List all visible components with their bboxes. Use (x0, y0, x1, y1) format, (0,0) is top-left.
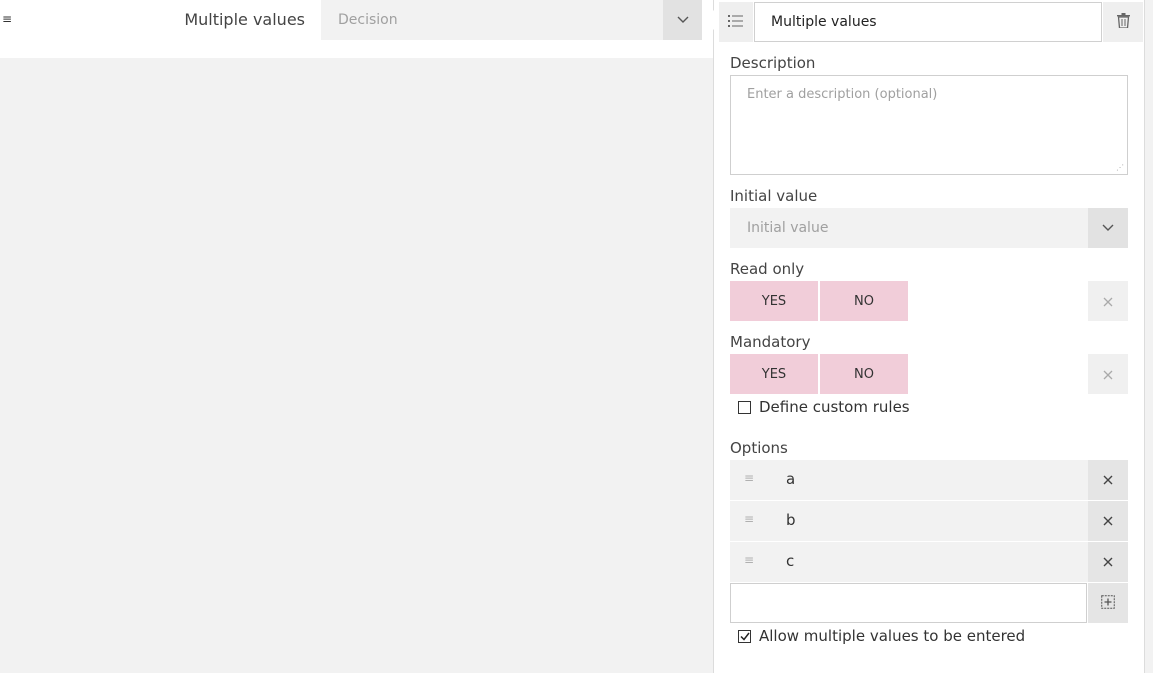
chevron-down-icon[interactable] (1088, 208, 1128, 248)
custom-rules-label: Define custom rules (759, 398, 910, 416)
drag-handle-icon[interactable]: ≡ (744, 553, 756, 567)
custom-rules-checkbox-row[interactable]: Define custom rules (738, 398, 910, 416)
options-label: Options (730, 439, 788, 457)
remove-option-button[interactable] (1088, 460, 1128, 500)
decision-select-placeholder: Decision (338, 12, 398, 28)
add-option-button[interactable] (1088, 583, 1128, 623)
close-icon (1103, 292, 1113, 311)
chevron-down-icon[interactable] (663, 0, 702, 40)
allow-multiple-label: Allow multiple values to be entered (759, 627, 1026, 645)
option-row: ≡ b (730, 501, 1128, 541)
menu-icon[interactable]: ≡ (2, 10, 12, 28)
decision-select[interactable]: Decision (321, 0, 702, 40)
close-icon (1103, 475, 1113, 485)
list-icon (728, 13, 744, 32)
read-only-label: Read only (730, 260, 805, 278)
field-label: Multiple values (184, 10, 305, 29)
close-icon (1103, 557, 1113, 567)
read-only-no-button[interactable]: NO (820, 281, 908, 321)
remove-option-button[interactable] (1088, 542, 1128, 582)
option-value[interactable]: c (786, 552, 794, 570)
option-row: ≡ a (730, 460, 1128, 500)
remove-option-button[interactable] (1088, 501, 1128, 541)
mandatory-no-button[interactable]: NO (820, 354, 908, 394)
initial-value-select[interactable]: Initial value (730, 208, 1128, 248)
mandatory-yes-button[interactable]: YES (730, 354, 818, 394)
drag-handle-icon[interactable]: ≡ (744, 471, 756, 485)
custom-rules-checkbox[interactable] (738, 400, 751, 414)
drag-handle-icon[interactable]: ≡ (744, 512, 756, 526)
checkmark-icon (739, 632, 750, 641)
read-only-yes-button[interactable]: YES (730, 281, 818, 321)
mandatory-label: Mandatory (730, 333, 811, 351)
read-only-clear-button[interactable] (1088, 281, 1128, 321)
close-icon (1103, 516, 1113, 526)
resize-grip-icon[interactable]: ⋰ (1116, 163, 1126, 173)
initial-value-placeholder: Initial value (747, 220, 829, 236)
panel-pointer (704, 10, 714, 30)
allow-multiple-checkbox[interactable] (738, 629, 751, 643)
option-value[interactable]: b (786, 511, 796, 529)
add-box-icon (1101, 594, 1115, 613)
trash-icon (1116, 12, 1130, 32)
initial-value-label: Initial value (730, 187, 818, 205)
mandatory-clear-button[interactable] (1088, 354, 1128, 394)
description-label: Description (730, 54, 816, 72)
allow-multiple-checkbox-row[interactable]: Allow multiple values to be entered (738, 627, 1025, 645)
field-name-input[interactable] (754, 2, 1102, 42)
description-textarea[interactable] (730, 75, 1128, 175)
delete-field-button[interactable] (1103, 2, 1143, 42)
new-option-input[interactable] (730, 583, 1087, 623)
option-row: ≡ c (730, 542, 1128, 582)
option-value[interactable]: a (786, 470, 795, 488)
close-icon (1103, 365, 1113, 384)
field-type-button[interactable] (719, 2, 753, 42)
